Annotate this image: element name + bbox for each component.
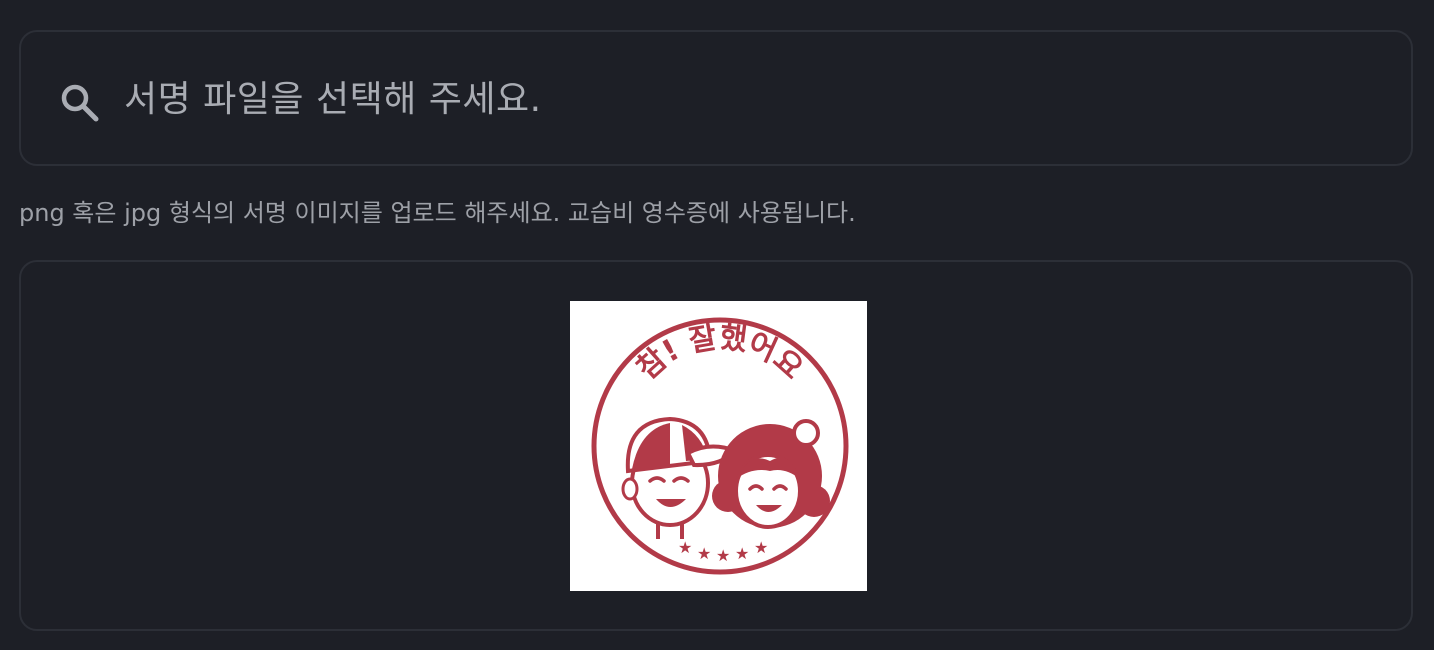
signature-preview-box: 참! 잘했어요 ★ ★ ★ ★ ★: [19, 260, 1413, 631]
girl-illustration: [712, 419, 830, 529]
stamp-graphic: 참! 잘했어요 ★ ★ ★ ★ ★: [591, 317, 849, 575]
svg-text:★: ★: [754, 538, 768, 557]
stamp-text: 참! 잘했어요: [630, 320, 810, 387]
svg-text:★: ★: [678, 538, 692, 557]
svg-text:참! 잘했어요: 참! 잘했어요: [630, 320, 810, 387]
svg-text:★: ★: [697, 544, 711, 563]
signature-stamp-image: 참! 잘했어요 ★ ★ ★ ★ ★: [570, 301, 867, 591]
upload-helper-text: png 혹은 jpg 형식의 서명 이미지를 업로드 해주세요. 교습비 영수증…: [19, 199, 856, 227]
signature-upload-section: 서명 파일을 선택해 주세요. png 혹은 jpg 형식의 서명 이미지를 업…: [0, 0, 1434, 650]
svg-text:★: ★: [716, 546, 730, 565]
svg-text:★: ★: [735, 544, 749, 563]
signature-file-picker[interactable]: 서명 파일을 선택해 주세요.: [19, 30, 1413, 166]
file-picker-placeholder: 서명 파일을 선택해 주세요.: [124, 79, 542, 120]
stamp-stars: ★ ★ ★ ★ ★: [678, 538, 768, 565]
search-icon: [59, 82, 101, 124]
